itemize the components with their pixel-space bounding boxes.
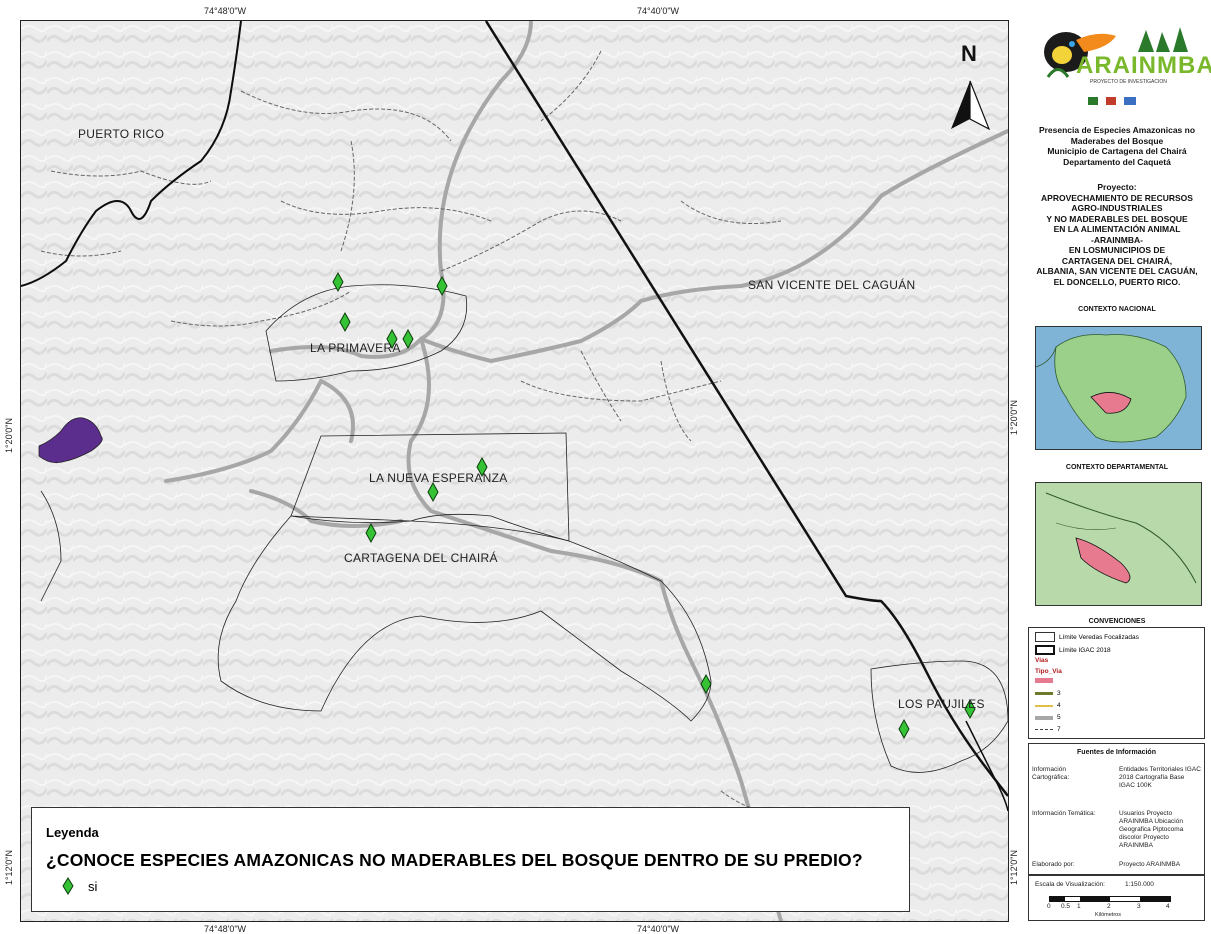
place-label-la-primavera: LA PRIMAVERA: [310, 341, 401, 355]
legend-item-label: si: [88, 878, 98, 894]
conv-label: Límite Veredas Focalizadas: [1059, 633, 1139, 641]
coord-right-1: 1°20'0"N: [1009, 400, 1019, 436]
fuentes-box: Fuentes de Información Información Carto…: [1028, 743, 1205, 875]
convenciones-title: CONVENCIONES: [1088, 618, 1146, 625]
map-frame: N PUERTO RICO LA PRIMAVERA SAN VICENTE D…: [20, 20, 1009, 922]
via-label: 7: [1057, 726, 1061, 733]
scale-tick: 1: [1077, 903, 1081, 910]
partner-logo-icon: [1106, 97, 1116, 105]
caqueta-map-icon: [1045, 492, 1197, 584]
contexto-departamental-title: CONTEXTO DEPARTAMENTAL: [1065, 464, 1169, 471]
project-line: CARTAGENA DEL CHAIRÁ,: [1061, 255, 1173, 266]
map-canvas[interactable]: N: [21, 21, 1008, 921]
side-panel: ARAINMBA PROYECTO DE INVESTIGACION Prese…: [1023, 20, 1211, 933]
swatch-thin-icon: [1035, 632, 1055, 642]
colombia-map-icon: [1035, 334, 1187, 443]
via-swatch-icon: [1035, 729, 1053, 730]
partner-logo-icon: [1088, 97, 1098, 105]
logo-name: ARAINMBA: [1076, 52, 1211, 79]
project-line: Y NO MADERABLES DEL BOSQUE: [1046, 213, 1188, 224]
project-line: AGRO-INDUSTRIALES: [1071, 203, 1163, 213]
conv-item-veredas: Límite Veredas Focalizadas: [1035, 632, 1139, 642]
project-line: ALBANIA, SAN VICENTE DEL CAGUÁN,: [1036, 266, 1198, 276]
fuentes-title: Fuentes de Información: [1077, 749, 1156, 756]
map-title-line3: Municipio de Cartagena del Chairá: [1047, 146, 1187, 156]
via-swatch-icon: [1035, 678, 1053, 683]
via-swatch-icon: [1035, 692, 1053, 695]
fuentes-cartografica-label: Información Cartográfica:: [1032, 766, 1070, 781]
fuentes-tematica-value: Usuarios Proyecto ARAINMBA Ubicación Geo…: [1119, 810, 1184, 849]
scale-tick: 2: [1107, 903, 1111, 910]
logo-box: ARAINMBA PROYECTO DE INVESTIGACION: [1028, 22, 1211, 120]
via-label: 3: [1057, 690, 1061, 697]
project-line: -ARAINMBA-: [1091, 234, 1143, 245]
project-line: EL DONCELLO, PUERTO RICO.: [1053, 276, 1181, 287]
coord-left-1: 1°20'0"N: [4, 418, 14, 454]
conv-label: Límite IGAC 2018: [1059, 646, 1111, 654]
project-block: Proyecto: APROVECHAMIENTO DE RECURSOS AG…: [1023, 182, 1211, 287]
vias-title: Vias: [1035, 657, 1049, 664]
place-label-los-paujiles: LOS PAUJILES: [898, 697, 985, 711]
via-swatch-icon: [1035, 704, 1053, 707]
terrain: [21, 21, 1008, 921]
map-title-block: Presencia de Especies Amazonicas no Made…: [1023, 125, 1211, 167]
map-title-line4: Departamento del Caquetá: [1063, 156, 1171, 167]
project-line: APROVECHAMIENTO DE RECURSOS: [1041, 192, 1193, 203]
via-row-5: 5: [1035, 714, 1061, 721]
partner-logo-icon: [1124, 97, 1136, 105]
partner-logos: [1088, 97, 1136, 105]
scale-tick: 0: [1047, 903, 1051, 910]
coord-left-2: 1°12'0"N: [4, 850, 14, 886]
swatch-thick-icon: [1035, 645, 1055, 655]
map-title-line1: Presencia de Especies Amazonicas no: [1038, 125, 1196, 135]
via-label: 5: [1057, 714, 1061, 721]
contexto-nacional-title: CONTEXTO NACIONAL: [1078, 306, 1156, 313]
place-label-la-nueva-esperanza: LA NUEVA ESPERANZA: [369, 471, 508, 485]
scale-tick: 0.5: [1061, 903, 1071, 910]
place-label-san-vicente: SAN VICENTE DEL CAGUÁN: [748, 278, 916, 292]
via-row-3b: 3: [1035, 690, 1061, 697]
fuentes-elaborado-label: Elaborado por:: [1032, 861, 1075, 868]
legend-question: ¿CONOCE ESPECIES AMAZONICAS NO MADERABLE…: [46, 850, 863, 870]
via-label: 4: [1057, 702, 1061, 709]
scale-box: Escala de Visualización: 1:150.000 0 0.5…: [1028, 875, 1205, 921]
project-line: EN LOSMUNICIPIOS DE: [1068, 245, 1166, 255]
convenciones-box: Límite Veredas Focalizadas Límite IGAC 2…: [1028, 627, 1205, 739]
project-heading: Proyecto:: [1097, 182, 1137, 192]
scale-unit: Kilómetros: [1095, 912, 1121, 918]
fuentes-tematica-label: Información Temática:: [1032, 810, 1096, 817]
contexto-departamental-map: [1035, 482, 1202, 606]
coord-top-1: 74°48'0"W: [204, 6, 247, 16]
place-label-cartagena: CARTAGENA DEL CHAIRÁ: [344, 551, 498, 565]
tipo-via-title: Tipo_Via: [1035, 668, 1062, 675]
scale-bar: [1049, 896, 1171, 902]
coord-right-2: 1°12'0"N: [1009, 850, 1019, 886]
contexto-nacional-map: [1035, 326, 1202, 450]
conv-item-igac: Límite IGAC 2018: [1035, 645, 1111, 655]
scale-label: Escala de Visualización:: [1035, 881, 1105, 888]
project-line: EN LA ALIMENTACIÓN ANIMAL: [1053, 224, 1181, 234]
map-title-line2: Maderabes del Bosque: [1070, 135, 1164, 146]
fuentes-elaborado-value: Proyecto ARAINMBA: [1119, 861, 1181, 868]
via-row-7: 7: [1035, 726, 1061, 733]
fuentes-cartografica-value: Entidades Territoriales IGAC 2018 Cartog…: [1119, 766, 1201, 789]
green-diamond-icon: [62, 877, 74, 895]
coord-top-2: 74°40'0"W: [637, 6, 680, 16]
via-row-4: 4: [1035, 702, 1061, 709]
legend-box: Leyenda ¿CONOCE ESPECIES AMAZONICAS NO M…: [31, 807, 910, 912]
scale-tick: 4: [1166, 903, 1170, 910]
logo-subtitle: PROYECTO DE INVESTIGACION: [1090, 79, 1167, 85]
legend-item-si: si: [62, 877, 97, 895]
via-row-3: [1035, 678, 1057, 683]
place-label-puerto-rico: PUERTO RICO: [78, 127, 165, 141]
scale-value: 1:150.000: [1125, 881, 1154, 888]
legend-title: Leyenda: [46, 825, 99, 840]
via-swatch-icon: [1035, 715, 1053, 720]
north-arrow-label: N: [961, 41, 977, 66]
scale-tick: 3: [1137, 903, 1141, 910]
